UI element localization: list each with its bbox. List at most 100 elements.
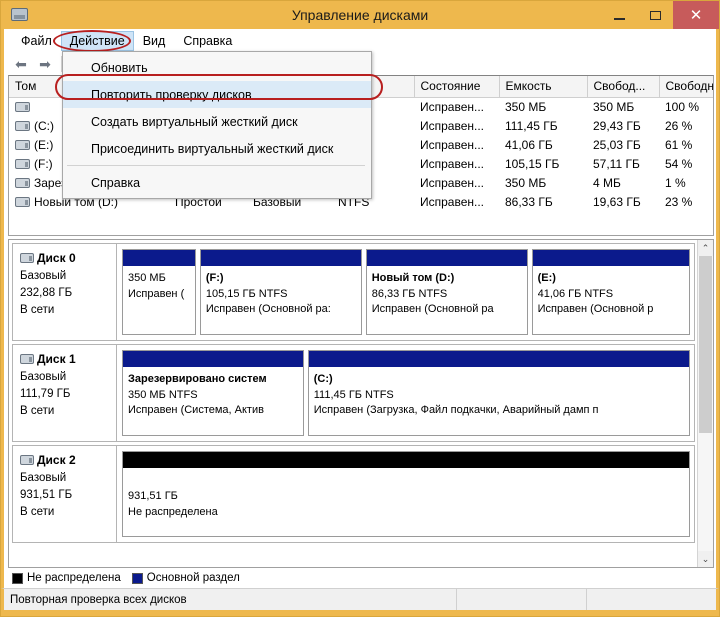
volume-icon (15, 196, 30, 207)
partition-body: (C:) 111,45 ГБ NTFS Исправен (Загрузка, … (309, 367, 689, 435)
volume-free-cell: 29,43 ГБ (593, 118, 641, 133)
disk-info-2: Диск 2 Базовый 931,51 ГБ В сети (13, 446, 117, 542)
volume-state-cell: Исправен... (420, 99, 485, 114)
volume-state-cell: Исправен... (420, 194, 485, 209)
partition-state: Исправен (Система, Актив (128, 404, 264, 417)
partition-state: Исправен (Основной ра (371, 303, 494, 316)
menu-item-file[interactable]: Файл (12, 31, 61, 51)
partition-body: (E:) 41,06 ГБ NTFS Исправен (Основной р (533, 266, 689, 334)
partition-color-bar (532, 250, 689, 266)
disk-size: 232,88 ГБ (20, 287, 73, 300)
partition[interactable]: 350 МБ Исправен ( (122, 249, 196, 335)
partition-color-bar (200, 250, 361, 266)
status-bar: Повторная проверка всех дисков (1, 588, 719, 610)
volume-state-cell: Исправен... (420, 118, 485, 133)
status-cell-2 (586, 589, 716, 610)
partition-size: 86,33 ГБ NTFS (371, 287, 448, 300)
partition-color-bar (123, 452, 689, 468)
menu-separator (67, 165, 365, 166)
legend-entry-primary: Основной раздел (131, 572, 240, 584)
status-cell-1 (456, 589, 586, 610)
menu-option-refresh[interactable]: Обновить (63, 54, 371, 81)
partition[interactable]: (F:) 105,15 ГБ NTFS Исправен (Основной р… (199, 249, 362, 335)
partition-size: 350 МБ NTFS (128, 388, 198, 401)
column-header-free[interactable]: Свобод... (587, 76, 660, 98)
partition-size: 350 МБ (128, 272, 166, 284)
maximize-button[interactable] (637, 1, 673, 29)
scrollbar-thumb[interactable] (699, 256, 712, 433)
volume-state-cell: Исправен... (420, 175, 485, 190)
partition-color-bar (308, 351, 689, 367)
legend-entry-unallocated: Не распределена (12, 572, 121, 584)
close-button[interactable]: ✕ (673, 1, 719, 29)
legend-swatch-unallocated-icon (12, 572, 23, 584)
volume-capacity-cell: 105,15 ГБ (505, 156, 560, 171)
partition[interactable]: Зарезервировано систем 350 МБ NTFS Испра… (122, 350, 304, 436)
hard-disk-icon (20, 455, 34, 465)
partition-body: 931,51 ГБ Не распределена (123, 468, 689, 536)
volume-icon (15, 177, 30, 188)
volume-freepct-cell: 54 % (665, 156, 693, 171)
menu-item-action[interactable]: Действие (60, 31, 134, 51)
minimize-button[interactable] (601, 1, 637, 29)
partition[interactable]: 931,51 ГБ Не распределена (122, 451, 690, 537)
disk-graphical-panel: Диск 0 Базовый 232,88 ГБ В сети 350 МБ И… (8, 239, 714, 568)
scroll-down-icon[interactable]: ⌄ (698, 551, 713, 567)
disk-partitions-1: Зарезервировано систем 350 МБ NTFS Испра… (117, 345, 694, 441)
partition-size: 111,45 ГБ NTFS (313, 388, 394, 401)
partition-state: Исправен (Основной р (537, 303, 654, 316)
forward-arrow-icon[interactable]: ➡ (34, 55, 56, 73)
disk-status: В сети (20, 505, 55, 518)
disk-title: Диск 2 (20, 452, 109, 469)
volume-free-cell: 19,63 ГБ (593, 194, 641, 209)
scrollbar-track[interactable] (698, 256, 713, 551)
volume-free-cell: 4 МБ (593, 175, 621, 190)
disk-type: Базовый (20, 270, 67, 283)
title-bar: Управление дисками ✕ (1, 1, 719, 29)
disk-status: В сети (20, 404, 55, 417)
volume-freepct-cell: 1 % (665, 175, 686, 190)
disk-status: В сети (20, 303, 55, 316)
column-header-state[interactable]: Состояние (414, 76, 500, 98)
column-header-free-percent[interactable]: Свободно % (659, 76, 713, 98)
partition-label: (F:) (205, 272, 224, 284)
disk-row[interactable]: Диск 0 Базовый 232,88 ГБ В сети 350 МБ И… (12, 243, 695, 341)
disk-size: 931,51 ГБ (20, 489, 73, 502)
disk-size: 111,79 ГБ (20, 388, 71, 401)
menu-option-rescan-disks[interactable]: Повторить проверку дисков (63, 81, 371, 108)
volume-state-cell: Исправен... (420, 156, 485, 171)
partition-color-bar (366, 250, 527, 266)
menu-option-help[interactable]: Справка (63, 169, 371, 196)
partition-label: Новый том (D:) (371, 272, 455, 284)
partition-body: 350 МБ Исправен ( (123, 266, 195, 334)
legend-swatch-primary-icon (131, 572, 143, 584)
disk-partitions-2: 931,51 ГБ Не распределена (117, 446, 694, 542)
window-bottom-frame (1, 610, 719, 616)
partition[interactable]: Новый том (D:) 86,33 ГБ NTFS Исправен (О… (365, 249, 528, 335)
partition-size: 931,51 ГБ (128, 489, 178, 502)
volume-capacity-cell: 350 МБ (505, 99, 547, 114)
disk-scroll-area: Диск 0 Базовый 232,88 ГБ В сети 350 МБ И… (9, 240, 697, 567)
menu-item-view[interactable]: Вид (134, 31, 175, 51)
volume-state-cell: Исправен... (420, 137, 485, 152)
volume-free-cell: 57,11 ГБ (593, 156, 640, 171)
back-arrow-icon[interactable]: ⬅ (10, 55, 32, 73)
column-header-capacity[interactable]: Емкость (499, 76, 588, 98)
partition-state: Исправен (Загрузка, Файл подкачки, Авари… (313, 404, 599, 417)
scroll-up-icon[interactable]: ⌃ (698, 240, 713, 256)
volume-freepct-cell: 23 % (665, 194, 693, 209)
partition-state: Исправен ( (128, 287, 185, 300)
partition[interactable]: (E:) 41,06 ГБ NTFS Исправен (Основной р (531, 249, 690, 335)
volume-capacity-cell: 41,06 ГБ (505, 137, 553, 152)
partition-color-bar (123, 351, 303, 367)
menu-item-help[interactable]: Справка (174, 31, 241, 51)
legend: Не распределена Основной раздел (8, 568, 714, 588)
partition[interactable]: (C:) 111,45 ГБ NTFS Исправен (Загрузка, … (307, 350, 690, 436)
status-message: Повторная проверка всех дисков (10, 593, 187, 606)
disk-row[interactable]: Диск 2 Базовый 931,51 ГБ В сети 931,51 Г… (12, 445, 695, 543)
disk-panel-scrollbar[interactable]: ⌃ ⌄ (697, 240, 713, 567)
menu-option-attach-vhd[interactable]: Присоединить виртуальный жесткий диск (63, 135, 371, 162)
disk-type: Базовый (20, 472, 67, 485)
menu-option-create-vhd[interactable]: Создать виртуальный жесткий диск (63, 108, 371, 135)
disk-row[interactable]: Диск 1 Базовый 111,79 ГБ В сети Зарезерв… (12, 344, 695, 442)
